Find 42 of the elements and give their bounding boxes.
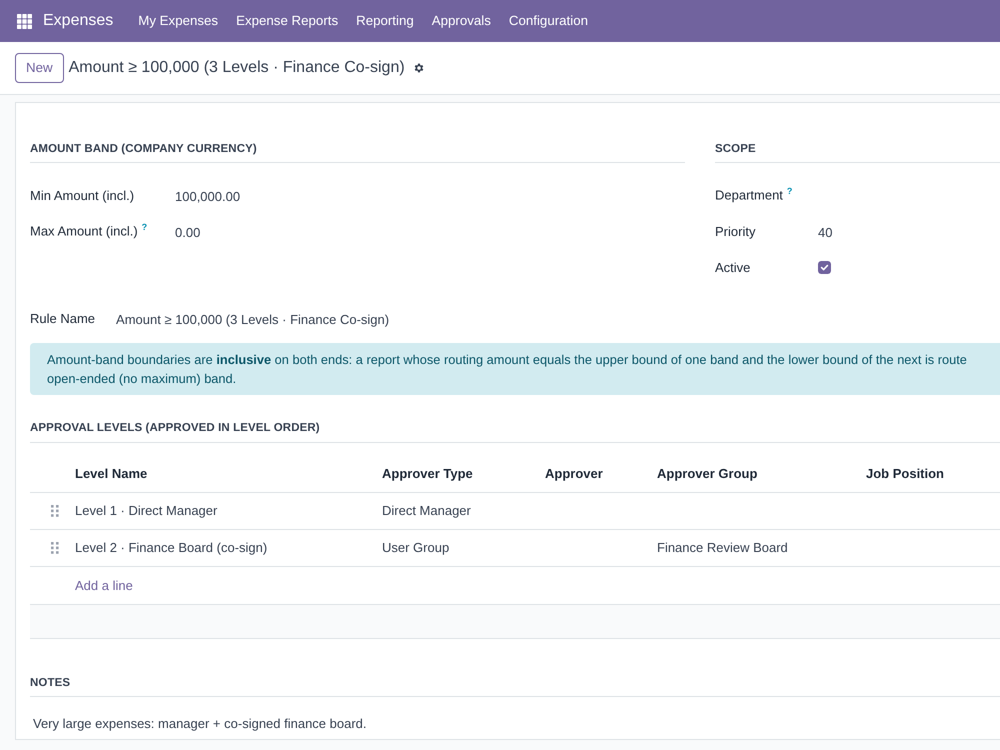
column-header[interactable]: Level Name <box>75 466 148 480</box>
field-label: Priority <box>715 224 756 238</box>
table-cell: Level 2 · Finance Board (co-sign) <box>75 540 268 556</box>
column-header[interactable]: Approver Group <box>657 466 758 480</box>
active-checkbox[interactable] <box>818 260 831 274</box>
table-cell: Level 1 · Direct Manager <box>75 503 218 518</box>
column-header[interactable]: Job Position <box>866 466 944 480</box>
app-name[interactable]: Expenses <box>43 9 114 33</box>
field-value: 100,000.00 <box>175 188 240 206</box>
table-cell: Direct Manager <box>382 503 471 518</box>
field-label: Max Amount (incl.) <box>30 224 138 239</box>
menu-item[interactable]: Approvals <box>422 11 500 31</box>
menu-item[interactable]: Configuration <box>500 11 597 31</box>
field-label: Department <box>715 188 783 203</box>
record-title: Amount ≥ 100,000 (3 Levels · Finance Co-sign) <box>68 58 405 78</box>
info-alert: Amount-band boundaries are inclusive on both ends: a report whose routing amount equals the upper bound of one band and the lower bound of the next is route open-ended (no maximum) band. <box>30 343 1000 396</box>
add-line-link[interactable]: Add a line <box>75 578 133 592</box>
drag-handle-icon[interactable] <box>51 542 59 554</box>
apps-menu-icon[interactable] <box>17 14 32 28</box>
menu-item[interactable]: My Expenses <box>129 11 228 31</box>
section-heading: SCOPE <box>715 141 1000 164</box>
field-label: Rule Name <box>30 310 96 328</box>
new-button[interactable]: New <box>15 53 64 83</box>
section-heading: AMOUNT BAND (COMPANY CURRENCY) <box>30 141 685 164</box>
field-label: Min Amount (incl.) <box>30 188 134 202</box>
section-heading: APPROVAL LEVELS (APPROVED IN LEVEL ORDER) <box>30 420 1000 442</box>
notes-text: Very large expenses: manager + co-signed finance board. <box>32 714 368 733</box>
table-cell: User Group <box>382 540 450 556</box>
column-header[interactable]: Approver Type <box>382 466 473 480</box>
field-value: Amount ≥ 100,000 (3 Levels · Finance Co-sign) <box>116 310 390 329</box>
drag-handle-icon[interactable] <box>51 505 59 517</box>
menu-item[interactable]: Expense Reports <box>227 11 348 31</box>
field-label: Active <box>715 260 750 274</box>
menu-item[interactable]: Reporting <box>347 11 423 31</box>
section-heading: NOTES <box>30 674 1000 697</box>
column-header[interactable]: Approver <box>545 466 603 480</box>
field-value: 0.00 <box>175 224 200 242</box>
help-tooltip-mark[interactable]: ? <box>142 222 148 232</box>
help-tooltip-mark[interactable]: ? <box>786 186 792 196</box>
field-value: 40 <box>818 224 832 242</box>
settings-icon[interactable] <box>412 62 425 74</box>
table-cell: Finance Review Board <box>657 540 788 556</box>
